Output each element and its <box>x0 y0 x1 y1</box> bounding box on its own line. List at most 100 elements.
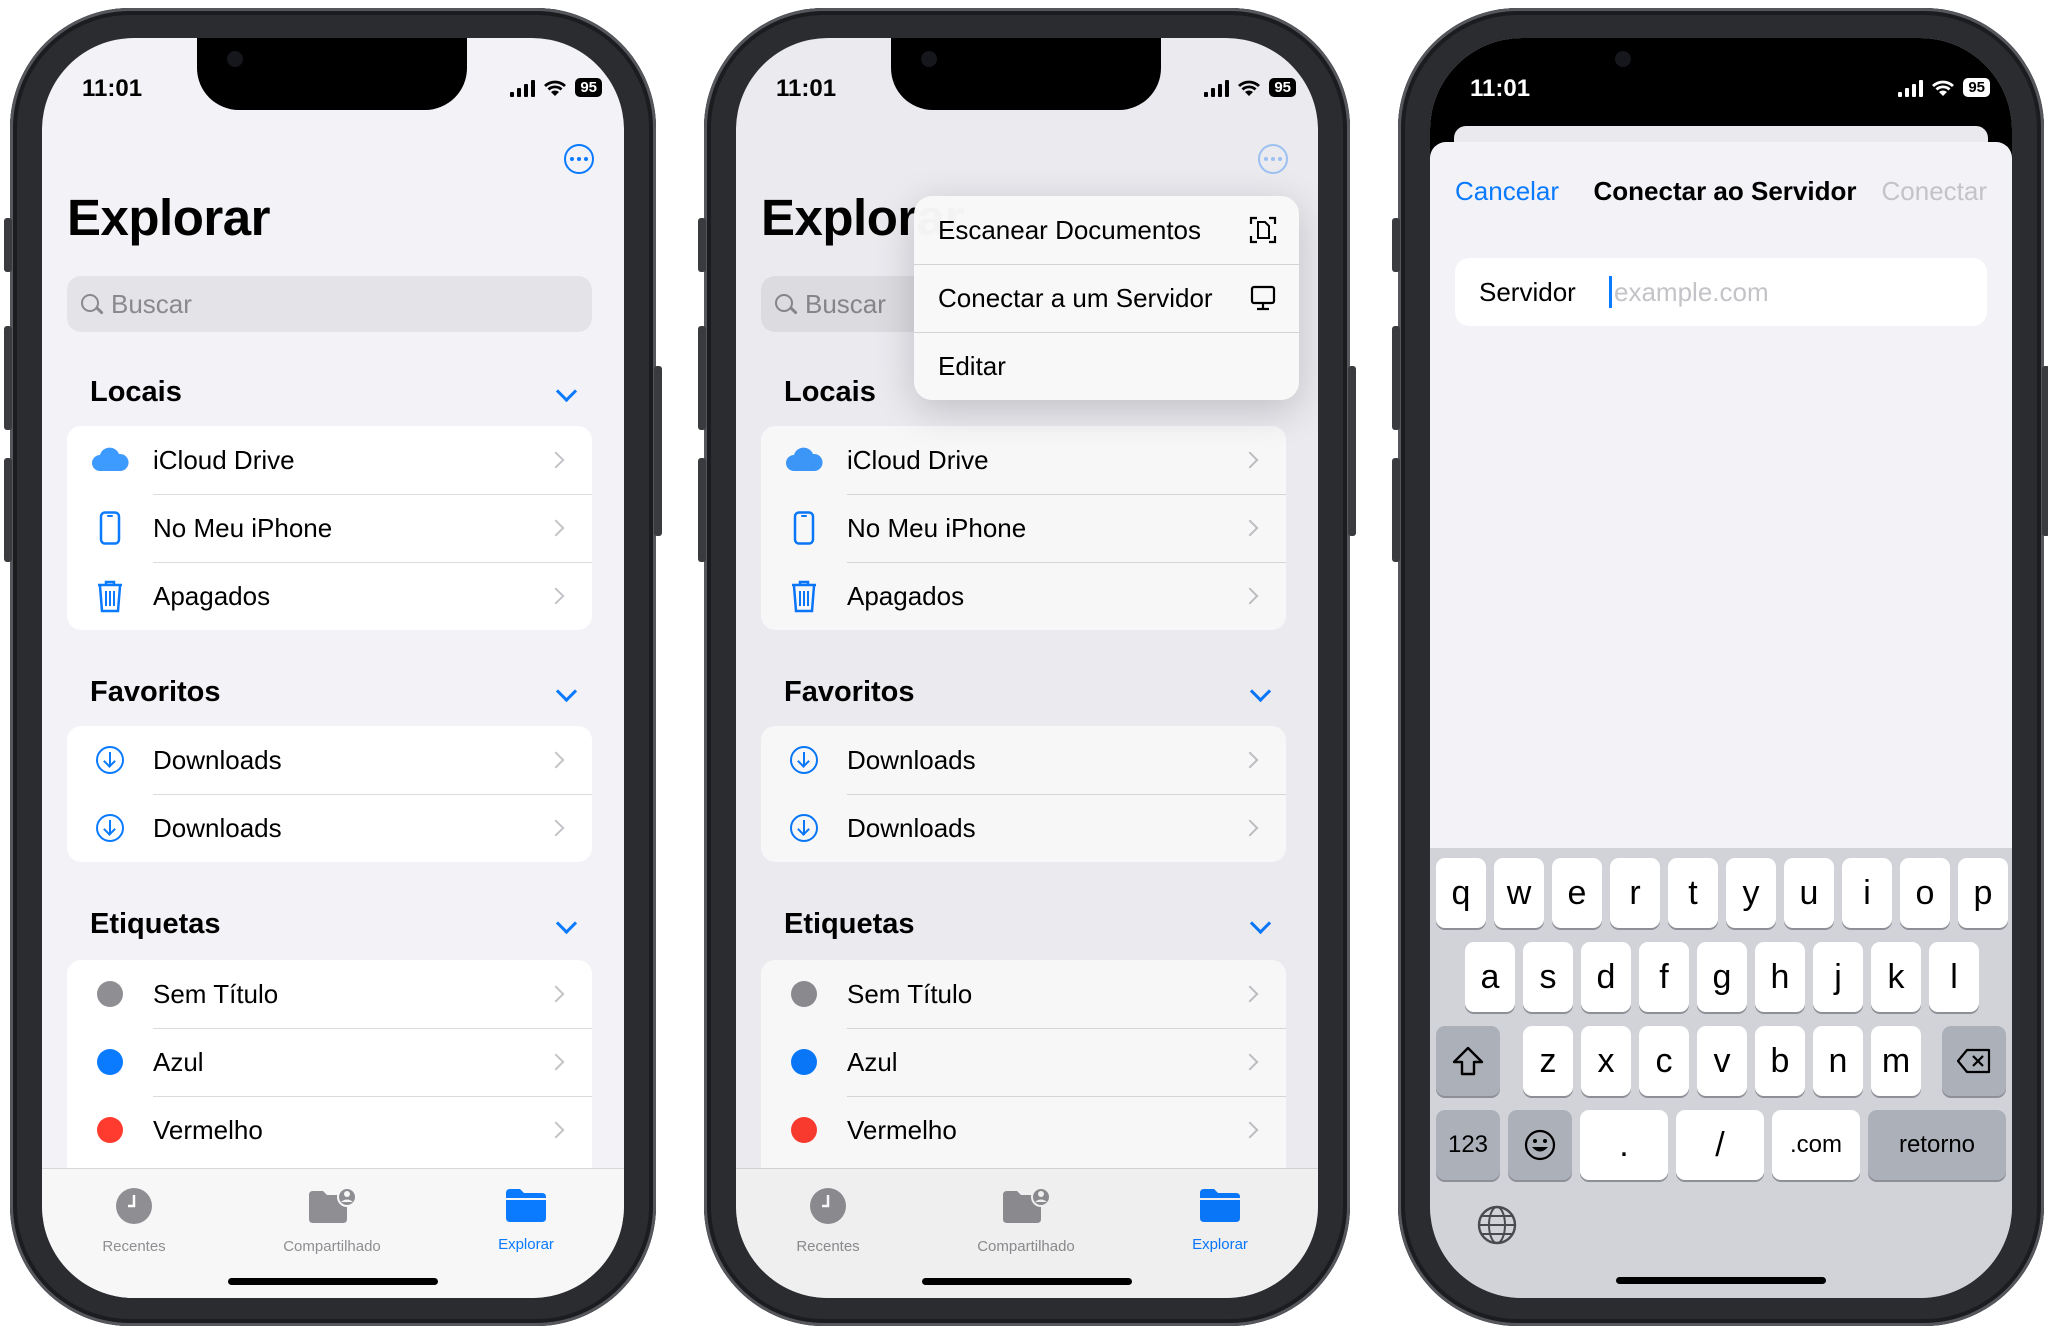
key-j[interactable]: j <box>1813 942 1863 1012</box>
key-e[interactable]: e <box>1552 858 1602 928</box>
shared-folder-icon <box>309 1187 357 1223</box>
chevron-right-icon <box>547 587 565 605</box>
key-z[interactable]: z <box>1523 1026 1573 1096</box>
key-l[interactable]: l <box>1929 942 1979 1012</box>
key-y[interactable]: y <box>1726 858 1776 928</box>
files-explorar-screen: 11:01 95 Explorar Buscar Locais iCloud D… <box>42 38 624 1298</box>
status-time: 11:01 <box>776 75 837 102</box>
collapse-favoritos-chevron-icon[interactable] <box>555 680 578 703</box>
key-s[interactable]: s <box>1523 942 1573 1012</box>
key-a[interactable]: a <box>1465 942 1515 1012</box>
section-title-favoritos: Favoritos <box>90 676 221 708</box>
numbers-key[interactable]: 123 <box>1436 1110 1500 1180</box>
download-icon <box>96 814 124 842</box>
wifi-icon <box>544 80 567 96</box>
tab-recentes[interactable]: Recentes <box>54 1187 214 1255</box>
battery-level: 95 <box>1963 78 1990 97</box>
server-input[interactable] <box>1612 276 1944 308</box>
list-item-label: Downloads <box>153 744 282 775</box>
files-menu-screen: 11:01 95 Explorar Buscar Locais iCloud D… <box>736 38 1318 1298</box>
list-item-tag-vermelho[interactable]: Vermelho <box>67 1096 592 1164</box>
favoritos-list: Downloads Downloads <box>67 726 592 862</box>
period-key[interactable]: . <box>1580 1110 1668 1180</box>
section-title-locais: Locais <box>90 376 182 408</box>
sheet-title: Conectar ao Servidor <box>1593 176 1857 206</box>
shift-key[interactable] <box>1436 1026 1500 1096</box>
list-item-apagados[interactable]: Apagados <box>67 562 592 630</box>
list-item-downloads[interactable]: Downloads <box>67 794 592 862</box>
key-b[interactable]: b <box>1755 1026 1805 1096</box>
menu-item-label: Escanear Documentos <box>938 214 1202 245</box>
collapse-etiquetas-chevron-icon[interactable] <box>555 912 578 935</box>
key-w[interactable]: w <box>1494 858 1544 928</box>
tab-compartilhado[interactable]: Compartilhado <box>252 1187 412 1255</box>
power-button <box>654 366 662 536</box>
key-i[interactable]: i <box>1842 858 1892 928</box>
mute-switch <box>1392 218 1400 272</box>
wifi-icon <box>1932 80 1955 96</box>
camera <box>227 51 243 67</box>
key-t[interactable]: t <box>1668 858 1718 928</box>
return-key[interactable]: retorno <box>1868 1110 2006 1180</box>
key-r[interactable]: r <box>1610 858 1660 928</box>
list-item-tag-azul[interactable]: Azul <box>67 1028 592 1096</box>
key-k[interactable]: k <box>1871 942 1921 1012</box>
key-p[interactable]: p <box>1958 858 2008 928</box>
key-o[interactable]: o <box>1900 858 1950 928</box>
menu-item-conectar-servidor[interactable]: Conectar a um Servidor <box>914 264 1299 332</box>
battery-level: 95 <box>575 78 602 97</box>
delete-key[interactable] <box>1942 1026 2006 1096</box>
search-field[interactable]: Buscar <box>67 276 592 332</box>
key-n[interactable]: n <box>1813 1026 1863 1096</box>
search-placeholder: Buscar <box>111 288 192 319</box>
tab-explorar[interactable]: Explorar <box>446 1187 606 1253</box>
list-item-downloads[interactable]: Downloads <box>67 726 592 794</box>
chevron-right-icon <box>547 1121 565 1139</box>
camera <box>1615 51 1631 67</box>
list-item-tag-sem-titulo[interactable]: Sem Título <box>67 960 592 1028</box>
battery-level: 95 <box>1269 78 1296 97</box>
menu-item-editar[interactable]: Editar <box>914 332 1299 400</box>
cancel-button[interactable]: Cancelar <box>1455 176 1559 207</box>
tab-label: Recentes <box>102 1238 166 1255</box>
server-field[interactable]: Servidor <box>1455 258 1987 326</box>
collapse-locais-chevron-icon[interactable] <box>555 380 578 403</box>
cellular-signal-icon <box>1898 79 1924 97</box>
page-title: Explorar <box>67 189 270 246</box>
list-item-label: Downloads <box>153 812 282 843</box>
download-icon <box>96 746 124 774</box>
key-c[interactable]: c <box>1639 1026 1689 1096</box>
key-d[interactable]: d <box>1581 942 1631 1012</box>
volume-down-button <box>698 458 706 562</box>
key-h[interactable]: h <box>1755 942 1805 1012</box>
list-item-no-meu-iphone[interactable]: No Meu iPhone <box>67 494 592 562</box>
dotcom-key[interactable]: .com <box>1772 1110 1860 1180</box>
key-v[interactable]: v <box>1697 1026 1747 1096</box>
key-m[interactable]: m <box>1871 1026 1921 1096</box>
home-indicator <box>1616 1277 1826 1284</box>
emoji-key[interactable] <box>1508 1110 1572 1180</box>
slash-key[interactable]: / <box>1676 1110 1764 1180</box>
key-g[interactable]: g <box>1697 942 1747 1012</box>
key-q[interactable]: q <box>1436 858 1486 928</box>
locais-list: iCloud Drive No Meu iPhone Apagados <box>67 426 592 630</box>
status-icons: 95 <box>1204 78 1296 97</box>
power-button <box>1348 366 1356 536</box>
wifi-icon <box>1238 80 1261 96</box>
server-field-label: Servidor <box>1479 276 1576 307</box>
key-f[interactable]: f <box>1639 942 1689 1012</box>
key-x[interactable]: x <box>1581 1026 1631 1096</box>
chevron-right-icon <box>547 451 565 469</box>
clock-icon <box>116 1188 152 1224</box>
list-item-label: Sem Título <box>153 978 279 1009</box>
more-options-button[interactable] <box>564 144 594 174</box>
etiquetas-list: Sem Título Azul Vermelho <box>67 960 592 1168</box>
key-u[interactable]: u <box>1784 858 1834 928</box>
list-item-icloud-drive[interactable]: iCloud Drive <box>67 426 592 494</box>
section-title-etiquetas: Etiquetas <box>90 908 221 940</box>
menu-item-label: Editar <box>938 350 1006 381</box>
notch <box>197 38 467 110</box>
connect-button[interactable]: Conectar <box>1882 176 1988 207</box>
globe-icon[interactable] <box>1476 1204 1518 1246</box>
menu-item-escanear-documentos[interactable]: Escanear Documentos <box>914 196 1299 264</box>
